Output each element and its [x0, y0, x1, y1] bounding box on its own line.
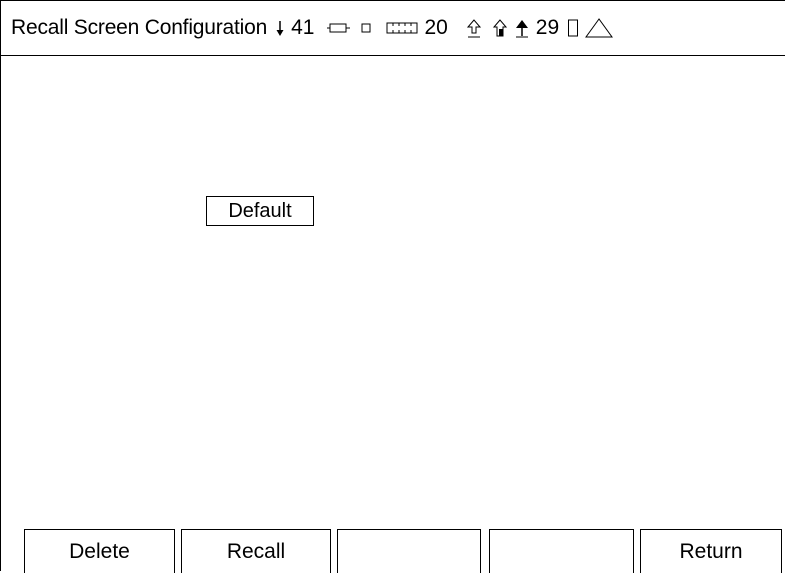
warning-triangle-icon — [585, 17, 615, 39]
status-value-a: 41 — [291, 16, 315, 39]
delete-button[interactable]: Delete — [24, 529, 175, 573]
softkey-4-button[interactable] — [489, 529, 634, 573]
screen: Recall Screen Configuration 41 20 29 Def… — [0, 0, 785, 573]
config-item-default[interactable]: Default — [206, 196, 314, 226]
status-indicators: 41 20 29 — [273, 16, 615, 40]
segmented-bar-icon — [386, 21, 418, 35]
small-square-icon — [360, 22, 372, 34]
outline-up-arrow-icon — [466, 17, 482, 39]
filled-up-arrow-icon — [514, 17, 530, 39]
page-title: Recall Screen Configuration — [11, 16, 268, 39]
header-bar: Recall Screen Configuration 41 20 29 — [1, 0, 785, 56]
house-up-arrow-icon — [492, 17, 508, 39]
return-button[interactable]: Return — [640, 529, 782, 573]
battery-icon — [326, 20, 352, 36]
config-item-label: Default — [228, 199, 292, 222]
delete-button-label: Delete — [69, 539, 130, 563]
status-value-b: 20 — [424, 16, 448, 39]
recall-button-label: Recall — [226, 539, 286, 563]
empty-rectangle-icon — [567, 17, 579, 39]
arrow-down-icon — [275, 18, 285, 38]
recall-button[interactable]: Recall — [181, 529, 331, 573]
softkey-3-button[interactable] — [337, 529, 481, 573]
status-value-c: 29 — [535, 16, 560, 39]
configuration-list: Default — [1, 56, 785, 529]
softkey-bar: Delete Recall Return — [1, 529, 785, 573]
return-button-label: Return — [679, 539, 743, 563]
